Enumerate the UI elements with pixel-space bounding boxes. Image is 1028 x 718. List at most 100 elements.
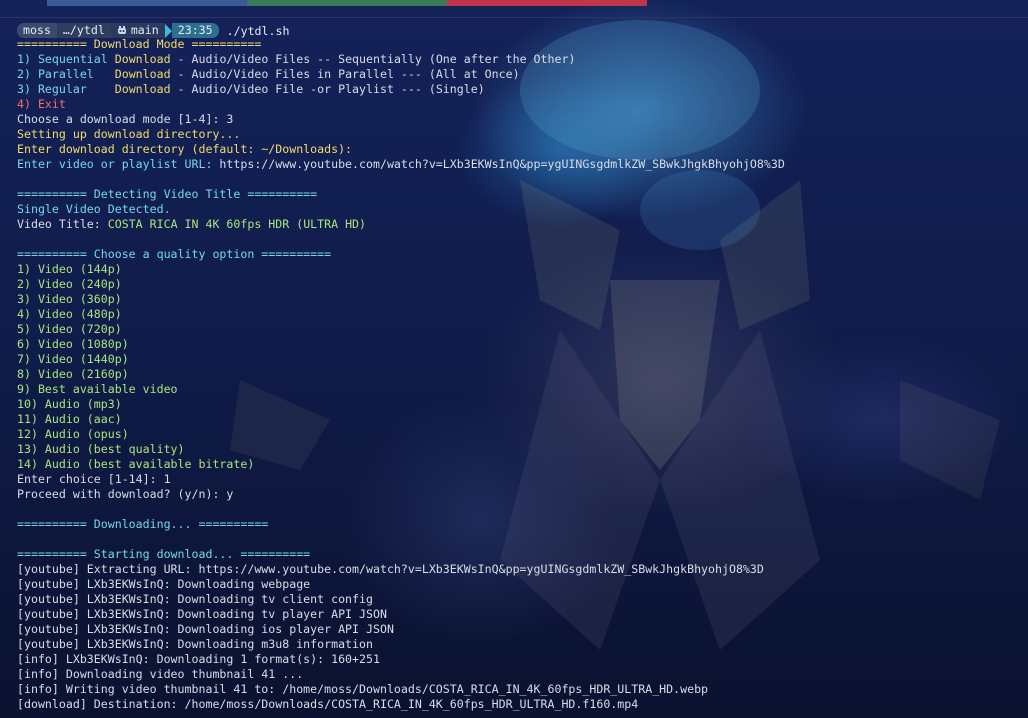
terminal-text: [youtube] LXb3EKWsInQ: Downloading tv pl… <box>17 607 387 621</box>
terminal-text: Proceed with download? (y/n): y <box>17 487 234 501</box>
terminal-line: Choose a download mode [1-4]: 3 <box>17 112 1028 127</box>
terminal-text: Enter download directory (default: ~/Dow… <box>17 142 353 156</box>
prompt-command: ./ytdl.sh <box>226 23 290 38</box>
terminal-line: 1) Video (144p) <box>17 262 1028 277</box>
terminal-line: Single Video Detected. <box>17 202 1028 217</box>
terminal-line: 2) Parallel Download - Audio/Video Files… <box>17 67 1028 82</box>
terminal-text: Enter choice [1-14]: 1 <box>17 472 171 486</box>
terminal-text: 9) Best available video <box>17 382 178 396</box>
terminal-line: 5) Video (720p) <box>17 322 1028 337</box>
terminal-line: 14) Audio (best available bitrate) <box>17 457 1028 472</box>
terminal-text: 14) Audio (best available bitrate) <box>17 457 255 471</box>
tab-indicator-bar <box>0 0 1028 6</box>
tab-indicator-green[interactable] <box>247 0 447 6</box>
prompt-time: 23:35 <box>171 23 219 38</box>
terminal-line: ========== Downloading... ========== <box>17 517 1028 532</box>
tab-indicator-red[interactable] <box>447 0 647 6</box>
terminal-line: ========== Starting download... ========… <box>17 547 1028 562</box>
terminal-text: 2) Parallel <box>17 67 115 81</box>
terminal-text: - Audio/Video Files -- Sequentially (One… <box>170 52 576 66</box>
terminal-text: 5) Video (720p) <box>17 322 122 336</box>
terminal-text: Choose a download mode [1-4]: 3 <box>17 112 234 126</box>
terminal-line: [youtube] Extracting URL: https://www.yo… <box>17 562 1028 577</box>
terminal-line: 2) Video (240p) <box>17 277 1028 292</box>
terminal-output: ========== Download Mode ========== 1) Se… <box>17 37 1028 712</box>
terminal-line: [youtube] LXb3EKWsInQ: Downloading webpa… <box>17 577 1028 592</box>
terminal-text: 7) Video (1440p) <box>17 352 129 366</box>
terminal-text: 13) Audio (best quality) <box>17 442 185 456</box>
terminal-text: Video Title: <box>17 217 108 231</box>
prompt-user: moss <box>17 23 57 38</box>
terminal-line: 7) Video (1440p) <box>17 352 1028 367</box>
prompt-chevron-icon <box>164 23 172 38</box>
terminal-text: - Audio/Video Files in Parallel --- (All… <box>170 67 520 81</box>
terminal-line: [download] Destination: /home/moss/Downl… <box>17 697 1028 712</box>
terminal-text: 6) Video (1080p) <box>17 337 129 351</box>
terminal-text: 4) Exit <box>17 97 66 111</box>
terminal-text: https://www.youtube.com/watch?v=LXb3EKWs… <box>219 157 785 171</box>
terminal-line: Enter video or playlist URL: https://www… <box>17 157 1028 172</box>
prompt-branch-name: main <box>130 23 159 37</box>
terminal-line: 3) Video (360p) <box>17 292 1028 307</box>
terminal-text: 4) Video (480p) <box>17 307 122 321</box>
terminal-line: Video Title: COSTA RICA IN 4K 60fps HDR … <box>17 217 1028 232</box>
terminal-text: 1) Video (144p) <box>17 262 122 276</box>
terminal-text: 3) Regular <box>17 82 115 96</box>
terminal-text: [youtube] LXb3EKWsInQ: Downloading ios p… <box>17 622 394 636</box>
topbar-divider <box>0 17 1028 18</box>
terminal-text: [info] Downloading video thumbnail 41 ..… <box>17 667 304 681</box>
terminal-text: 8) Video (2160p) <box>17 367 129 381</box>
terminal-line: 12) Audio (opus) <box>17 427 1028 442</box>
prompt-git-branch: main <box>110 23 165 38</box>
prompt-directory: …/ytdl <box>56 23 111 38</box>
terminal-line: 10) Audio (mp3) <box>17 397 1028 412</box>
terminal-line: Enter choice [1-14]: 1 <box>17 472 1028 487</box>
terminal-text: 3) Video (360p) <box>17 292 122 306</box>
terminal-text: [info] Writing video thumbnail 41 to: /h… <box>17 682 709 696</box>
terminal-pane[interactable]: moss …/ytdl main 23:35 ./ytdl.sh =======… <box>17 22 1028 712</box>
terminal-line: 6) Video (1080p) <box>17 337 1028 352</box>
terminal-text: 10) Audio (mp3) <box>17 397 122 411</box>
terminal-text: [youtube] LXb3EKWsInQ: Downloading webpa… <box>17 577 311 591</box>
terminal-line: Setting up download directory... <box>17 127 1028 142</box>
terminal-line: [youtube] LXb3EKWsInQ: Downloading tv cl… <box>17 592 1028 607</box>
terminal-line: [youtube] LXb3EKWsInQ: Downloading ios p… <box>17 622 1028 637</box>
terminal-text: [youtube] LXb3EKWsInQ: Downloading tv cl… <box>17 592 373 606</box>
terminal-line: 13) Audio (best quality) <box>17 442 1028 457</box>
terminal-line: 4) Exit <box>17 97 1028 112</box>
tab-indicator-blue[interactable] <box>47 0 247 6</box>
terminal-line: ========== Detecting Video Title =======… <box>17 187 1028 202</box>
terminal-text: ========== Starting download... ========… <box>17 547 311 561</box>
terminal-line: 9) Best available video <box>17 382 1028 397</box>
terminal-text: [youtube] LXb3EKWsInQ: Downloading m3u8 … <box>17 637 373 651</box>
terminal-text: [youtube] Extracting URL: https://www.yo… <box>17 562 764 576</box>
terminal-text: Single Video Detected. <box>17 202 171 216</box>
terminal-line: 4) Video (480p) <box>17 307 1028 322</box>
terminal-text: 11) Audio (aac) <box>17 412 122 426</box>
terminal-line: 3) Regular Download - Audio/Video File -… <box>17 82 1028 97</box>
terminal-text: - Audio/Video File -or Playlist --- (Sin… <box>170 82 485 96</box>
terminal-text: Setting up download directory... <box>17 127 241 141</box>
terminal-line: [info] Downloading video thumbnail 41 ..… <box>17 667 1028 682</box>
git-branch-icon <box>117 26 127 35</box>
terminal-text: ========== Detecting Video Title =======… <box>17 187 318 201</box>
terminal-text: ========== Choose a quality option =====… <box>17 247 332 261</box>
terminal-line: 11) Audio (aac) <box>17 412 1028 427</box>
terminal-text: Download <box>114 82 171 96</box>
terminal-line: [info] LXb3EKWsInQ: Downloading 1 format… <box>17 652 1028 667</box>
terminal-line: [info] Writing video thumbnail 41 to: /h… <box>17 682 1028 697</box>
terminal-line: Proceed with download? (y/n): y <box>17 487 1028 502</box>
terminal-text: 12) Audio (opus) <box>17 427 129 441</box>
terminal-line: Enter download directory (default: ~/Dow… <box>17 142 1028 157</box>
terminal-line: ========== Choose a quality option =====… <box>17 247 1028 262</box>
terminal-text: 2) Video (240p) <box>17 277 122 291</box>
terminal-text: Enter video or playlist URL: <box>17 157 220 171</box>
terminal-text: 1) Sequential <box>17 52 115 66</box>
terminal-text: ========== Downloading... ========== <box>17 517 269 531</box>
terminal-text: COSTA RICA IN 4K 60fps HDR (ULTRA HD) <box>107 217 367 231</box>
terminal-text: [download] Destination: /home/moss/Downl… <box>17 697 639 711</box>
terminal-text: [info] LXb3EKWsInQ: Downloading 1 format… <box>17 652 380 666</box>
